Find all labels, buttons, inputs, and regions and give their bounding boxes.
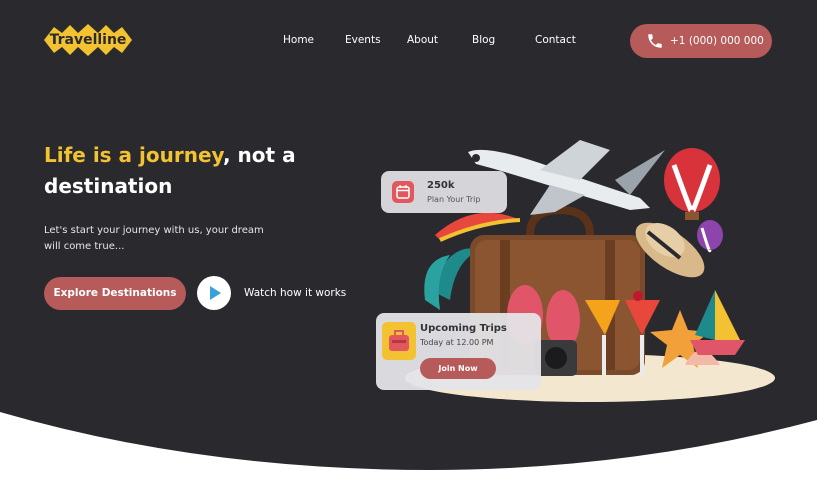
calendar-icon [392,181,414,203]
explore-destinations-button[interactable]: Explore Destinations [44,277,186,310]
nav-contact[interactable]: Contact [535,34,576,46]
nav-blog[interactable]: Blog [472,34,495,46]
upcoming-trips-card: Upcoming Trips Today at 12.00 PM Join No… [376,313,541,390]
nav-about[interactable]: About [407,34,438,46]
join-now-button[interactable]: Join Now [420,358,496,379]
headline-accent: Life is a journey [44,143,223,167]
phone-button[interactable]: +1 (000) 000 000 [630,24,772,58]
play-icon [210,286,221,300]
upcoming-trips-time: Today at 12.00 PM [420,338,494,347]
phone-icon [648,34,662,48]
upcoming-trips-title: Upcoming Trips [420,323,507,334]
trip-count: 250k [427,180,455,191]
watch-how-it-works-link[interactable]: Watch how it works [244,287,346,299]
brand-logo[interactable]: Travelline [44,23,132,57]
suitcase-icon [382,322,416,360]
phone-number: +1 (000) 000 000 [670,35,764,47]
play-button[interactable] [197,276,231,310]
hero-headline: Life is a journey, not a destination [44,140,344,202]
hero-subtext: Let's start your journey with us, your d… [44,225,264,252]
nav-home[interactable]: Home [283,34,314,46]
hero-section: Travelline Home Events About Blog Contac… [0,0,817,490]
nav-events[interactable]: Events [345,34,381,46]
plan-trip-card[interactable]: 250k Plan Your Trip [381,171,507,213]
trip-label: Plan Your Trip [427,195,481,204]
brand-name: Travelline [49,32,127,48]
